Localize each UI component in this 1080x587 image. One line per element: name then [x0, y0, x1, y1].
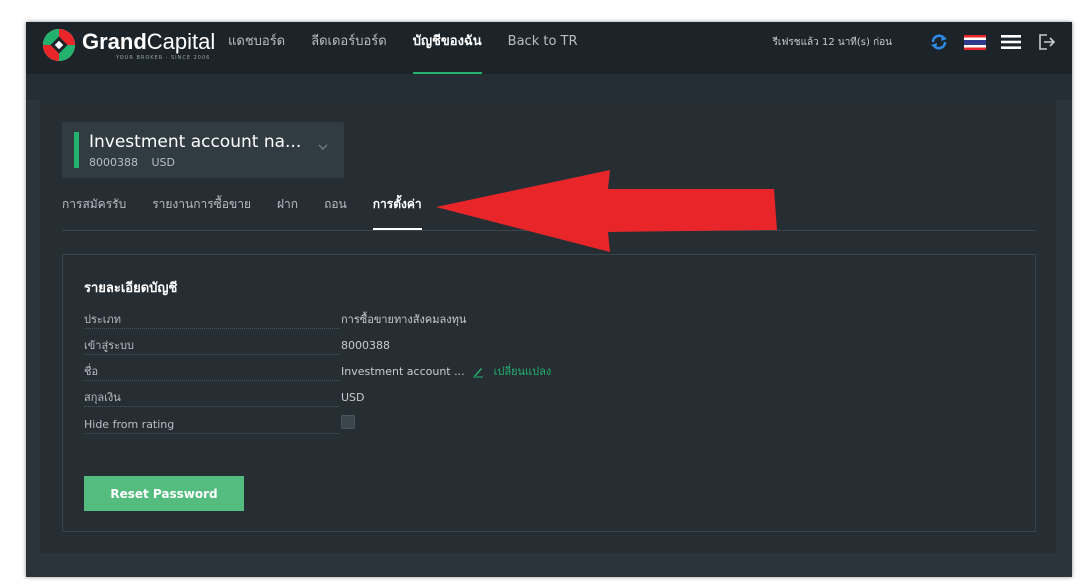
account-number: 8000388	[89, 156, 138, 169]
nav-leaderboard[interactable]: ลีดเดอร์บอร์ด	[311, 22, 387, 74]
top-navbar: GrandCapital YOUR BROKER · SINCE 2006 แด…	[26, 22, 1072, 74]
nav-my-accounts[interactable]: บัญชีของฉัน	[412, 22, 482, 74]
annotation-arrow-icon	[436, 170, 777, 252]
chevron-down-icon[interactable]	[316, 140, 330, 154]
header-actions: รีเฟรชแล้ว 12 นาที(s) ก่อน	[773, 30, 1058, 54]
refresh-icon[interactable]	[928, 31, 950, 53]
account-details-card: รายละเอียดบัญชี ประเภท การซื้อขายทางสังค…	[62, 254, 1036, 532]
grandcapital-logo[interactable]: GrandCapital YOUR BROKER · SINCE 2006	[42, 28, 215, 62]
detail-value: USD	[341, 391, 365, 404]
app-window: GrandCapital YOUR BROKER · SINCE 2006 แด…	[26, 22, 1072, 577]
tab-deposit[interactable]: ฝาก	[277, 196, 298, 230]
detail-value-name: Investment account ... เปลี่ยนแปลง	[341, 365, 551, 379]
account-meta: 8000388 USD	[89, 156, 185, 169]
tab-withdraw[interactable]: ถอน	[324, 196, 347, 230]
pencil-icon[interactable]	[472, 366, 484, 378]
reset-password-button[interactable]: Reset Password	[84, 476, 244, 511]
sub-header-strip	[26, 74, 1072, 100]
detail-label: ชื่อ	[84, 365, 339, 381]
tab-settings[interactable]: การตั้งค่า	[372, 196, 422, 230]
account-name-value: Investment account ...	[341, 365, 465, 378]
logo-wordmark: GrandCapital	[82, 28, 216, 54]
detail-label: สกุลเงิน	[84, 391, 339, 407]
detail-label: Hide from rating	[84, 418, 339, 434]
detail-label: ประเภท	[84, 313, 339, 329]
logout-icon[interactable]	[1036, 31, 1058, 53]
account-name: Investment account na...	[89, 132, 302, 152]
change-name-link[interactable]: เปลี่ยนแปลง	[494, 365, 552, 378]
hide-from-rating-checkbox[interactable]	[341, 415, 355, 429]
account-tabs: การสมัครรับ รายงานการซื้อขาย ฝาก ถอน การ…	[62, 196, 448, 230]
main-nav: แดชบอร์ด ลีดเดอร์บอร์ด บัญชีของฉัน Back …	[228, 22, 604, 74]
detail-row-type: ประเภท การซื้อขายทางสังคมลงทุน	[84, 313, 604, 333]
account-selector[interactable]: Investment account na... 8000388 USD	[62, 122, 344, 178]
nav-back-to-tr[interactable]: Back to TR	[508, 22, 578, 74]
detail-value: 8000388	[341, 339, 390, 352]
logo-icon	[43, 29, 75, 61]
account-panel: Investment account na... 8000388 USD การ…	[40, 100, 1056, 553]
tab-trading-report[interactable]: รายงานการซื้อขาย	[152, 196, 251, 230]
detail-row-login: เข้าสู่ระบบ 8000388	[84, 339, 604, 359]
nav-dashboard[interactable]: แดชบอร์ด	[228, 22, 285, 74]
last-refreshed-text: รีเฟรชแล้ว 12 นาที(s) ก่อน	[772, 36, 892, 48]
account-status-bar	[74, 132, 79, 168]
account-currency: USD	[151, 156, 176, 169]
menu-icon[interactable]	[1000, 31, 1022, 53]
details-title: รายละเอียดบัญชี	[84, 281, 178, 296]
detail-label: เข้าสู่ระบบ	[84, 339, 339, 355]
detail-row-currency: สกุลเงิน USD	[84, 391, 604, 411]
thai-flag-icon[interactable]	[964, 31, 986, 53]
detail-value: การซื้อขายทางสังคมลงทุน	[341, 313, 467, 326]
detail-row-name: ชื่อ Investment account ... เปลี่ยนแปลง	[84, 365, 604, 385]
tab-subscriptions[interactable]: การสมัครรับ	[62, 196, 126, 230]
logo-tagline: YOUR BROKER · SINCE 2006	[116, 54, 211, 61]
detail-row-hide-from-rating: Hide from rating	[84, 415, 604, 438]
